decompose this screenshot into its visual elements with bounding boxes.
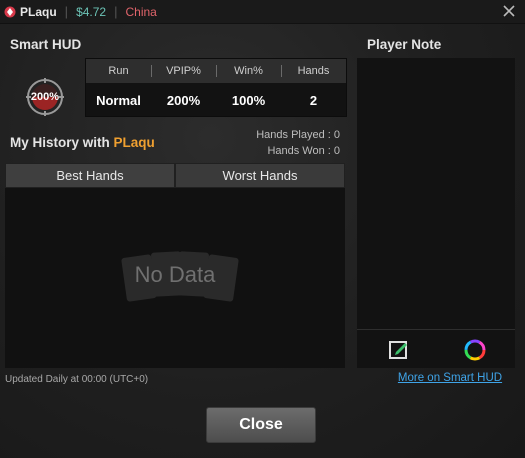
close-button[interactable]: Close: [206, 407, 316, 443]
col-hands: Hands: [281, 59, 346, 83]
update-schedule-text: Updated Daily at 00:00 (UTC+0): [5, 374, 149, 385]
history-title: My History with PLaqu: [10, 135, 155, 150]
player-note-textarea[interactable]: [357, 58, 515, 328]
more-smart-hud-link[interactable]: More on Smart HUD: [356, 372, 525, 384]
value-run: Normal: [96, 93, 141, 108]
title-bar: PLaqu | $4.72 | China: [0, 0, 525, 24]
smart-hud-stats-table: Run VPIP% Win% Hands Normal 200% 100% 2: [85, 58, 347, 117]
value-vpip: 200%: [166, 93, 201, 108]
value-hands: 2: [309, 93, 318, 108]
tab-worst-hands[interactable]: Worst Hands: [175, 163, 345, 188]
player-balance: $4.72: [76, 4, 107, 19]
col-vpip: VPIP%: [151, 59, 216, 83]
history-player-name: PLaqu: [113, 135, 155, 150]
smart-hud-title: Smart HUD: [10, 37, 82, 52]
note-divider: [357, 329, 515, 330]
col-win: Win%: [216, 59, 281, 83]
separator: |: [114, 4, 118, 19]
value-win: 100%: [231, 93, 266, 108]
poker-logo-icon: [4, 6, 16, 17]
color-picker-icon[interactable]: [463, 338, 487, 362]
no-data-label: No Data: [134, 262, 216, 287]
player-country: China: [125, 4, 157, 19]
vpip-ring-value: 200%: [30, 91, 60, 103]
hands-won: Hands Won : 0: [267, 145, 340, 157]
close-icon[interactable]: [501, 3, 517, 19]
tab-best-hands[interactable]: Best Hands: [5, 163, 175, 188]
player-note-title: Player Note: [367, 37, 442, 52]
stats-header: Run VPIP% Win% Hands: [86, 59, 346, 83]
player-note-panel: [357, 58, 515, 368]
player-name: PLaqu: [20, 4, 57, 19]
history-tabs: Best Hands Worst Hands: [5, 163, 345, 188]
col-run: Run: [108, 65, 129, 77]
edit-note-icon[interactable]: [388, 338, 410, 360]
separator: |: [64, 4, 69, 19]
stats-values: Normal 200% 100% 2: [86, 83, 346, 118]
history-title-prefix: My History with: [10, 135, 114, 150]
hands-played: Hands Played : 0: [256, 129, 340, 141]
